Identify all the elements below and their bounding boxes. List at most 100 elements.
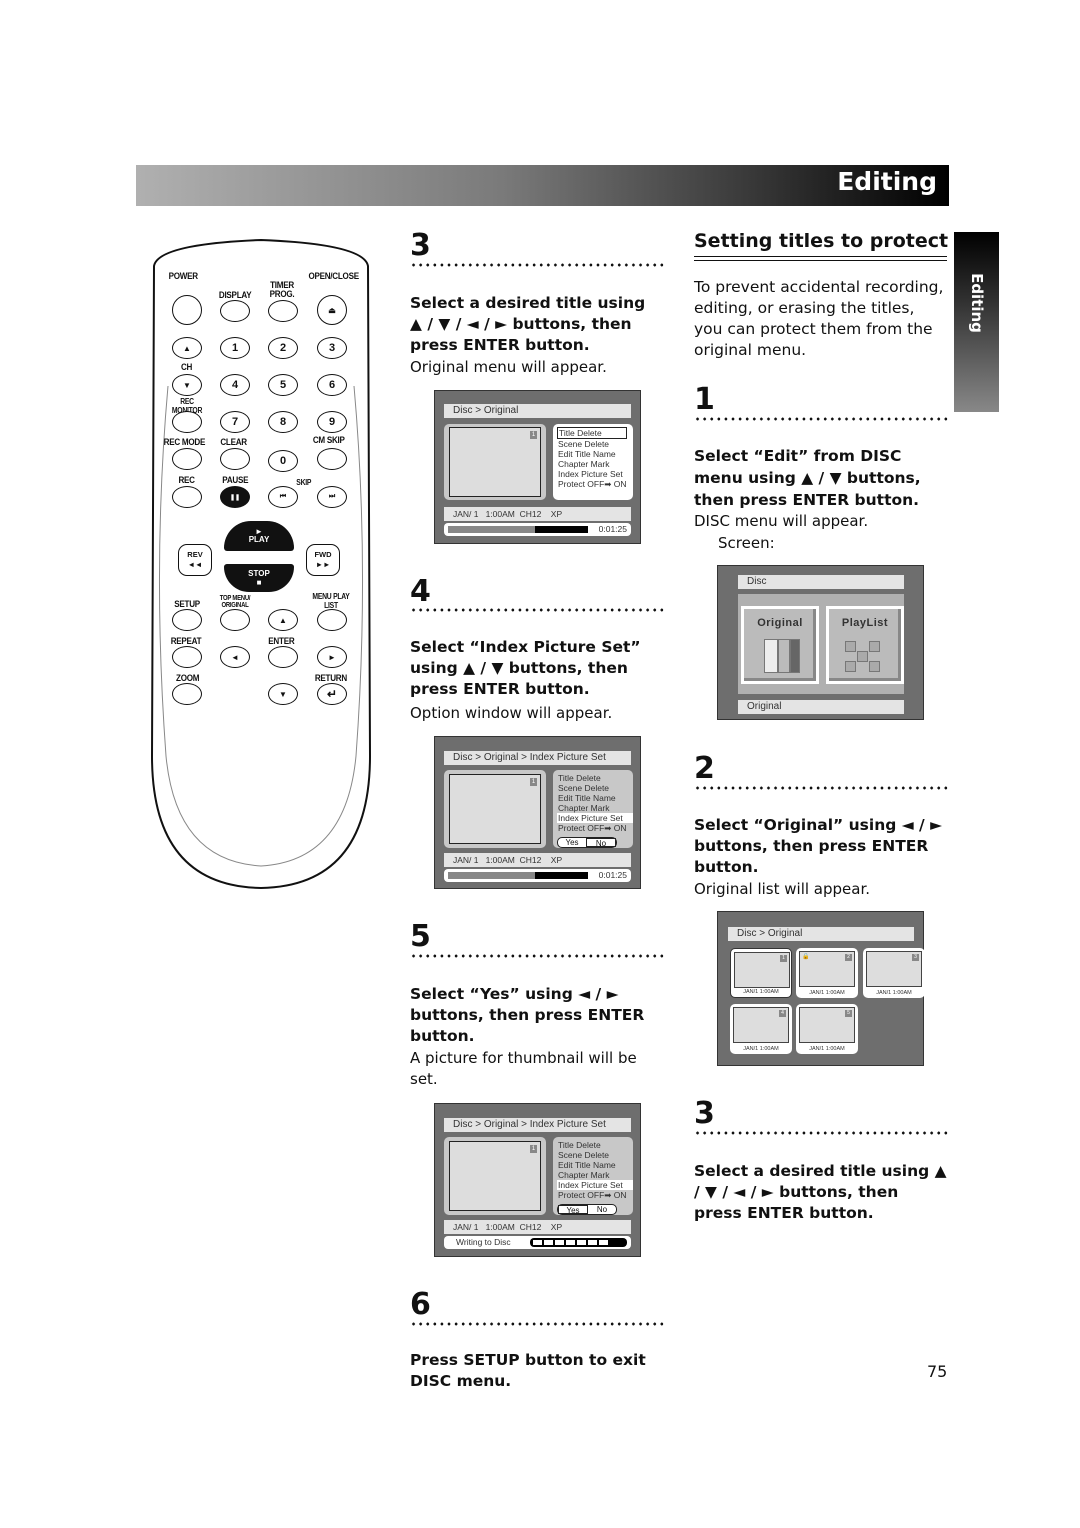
step-instruction: Select “Index Picture Set” using ▲ / ▼ b… xyxy=(410,638,641,698)
menu-item-index-picture-set[interactable]: Index Picture Set xyxy=(557,813,633,823)
progress-track xyxy=(448,872,588,879)
open-close-button[interactable]: ⏏ xyxy=(317,295,347,325)
top-menu-button[interactable] xyxy=(220,609,250,631)
step-number: 3 xyxy=(694,1096,715,1131)
fwd-button[interactable]: FWD ►► xyxy=(306,544,340,576)
step-instruction: Select “Original” using ◄ / ► buttons, t… xyxy=(694,816,943,876)
menu-item-scene-delete[interactable]: Scene Delete xyxy=(557,1150,633,1160)
rec-mode-button[interactable] xyxy=(172,448,202,470)
menu-item-title-delete[interactable]: Title Delete xyxy=(557,427,627,439)
title-card[interactable]: 1 JAN/1 1:00AM xyxy=(730,948,792,998)
repeat-button[interactable] xyxy=(172,646,202,668)
digit-0-button[interactable]: 0 xyxy=(268,450,298,472)
title-card[interactable]: 3 JAN/1 1:00AM xyxy=(863,948,925,998)
section-intro: To prevent accidental recording, editing… xyxy=(694,278,944,359)
menu-playlist-button[interactable] xyxy=(317,609,347,631)
option-no[interactable]: No xyxy=(586,838,616,848)
menu-item-index-picture-set[interactable]: Index Picture Set xyxy=(557,1180,633,1190)
section-title: Setting titles to protect xyxy=(694,230,949,252)
rewind-icon: ◄◄ xyxy=(187,560,203,569)
arrow-up-icon: ▲ xyxy=(279,615,287,625)
dotted-divider xyxy=(410,1322,666,1326)
osd-disc-menu: Disc Original PlayList Original xyxy=(717,565,924,720)
digit-4-button[interactable]: 4 xyxy=(220,374,250,396)
writing-segment xyxy=(588,1240,597,1245)
channel-up-button[interactable]: ▲ xyxy=(172,337,202,359)
step-number: 6 xyxy=(410,1287,431,1322)
rec-monitor-button[interactable] xyxy=(172,411,202,433)
arrow-down-icon: ▼ xyxy=(279,689,287,699)
playlist-button[interactable]: PlayList xyxy=(826,606,904,684)
display-button[interactable] xyxy=(220,300,250,322)
menu-item-chapter-mark[interactable]: Chapter Mark xyxy=(557,1170,633,1180)
option-no[interactable]: No xyxy=(588,1205,616,1214)
digit-1-button[interactable]: 1 xyxy=(220,337,250,359)
title-date: JAN/1 1:00AM xyxy=(743,1046,779,1052)
osd-bottom-bar: Original xyxy=(738,700,904,714)
title-card[interactable]: 5 JAN/1 1:00AM xyxy=(796,1004,858,1054)
power-label: POWER xyxy=(168,271,198,282)
step-number: 1 xyxy=(694,382,715,417)
skip-forward-button[interactable]: ⏭ xyxy=(317,486,347,508)
menu-item-chapter-mark[interactable]: Chapter Mark xyxy=(557,459,633,469)
step-number: 3 xyxy=(410,228,431,263)
digit-6-button[interactable]: 6 xyxy=(317,374,347,396)
arrow-up-icon: ▲ xyxy=(183,343,191,353)
menu-item-index-picture-set[interactable]: Index Picture Set xyxy=(557,469,633,479)
menu-item-edit-title-name[interactable]: Edit Title Name xyxy=(557,1160,633,1170)
menu-item-edit-title-name[interactable]: Edit Title Name xyxy=(557,449,633,459)
pause-button[interactable]: ❚❚ xyxy=(220,486,250,508)
digit-5-button[interactable]: 5 xyxy=(268,374,298,396)
digit-9-button[interactable]: 9 xyxy=(317,411,347,433)
original-button[interactable]: Original xyxy=(741,606,819,684)
digit-8-button[interactable]: 8 xyxy=(268,411,298,433)
menu-item-title-delete[interactable]: Title Delete xyxy=(557,1140,633,1150)
cursor-up-button[interactable]: ▲ xyxy=(268,609,298,631)
menu-item-edit-title-name[interactable]: Edit Title Name xyxy=(557,793,633,803)
cursor-left-button[interactable]: ◄ xyxy=(220,646,250,668)
title-date: JAN/1 1:00AM xyxy=(809,1046,845,1052)
enter-button[interactable] xyxy=(268,646,298,668)
power-button[interactable] xyxy=(172,295,202,325)
option-yes[interactable]: Yes xyxy=(558,1205,588,1215)
digit-label: 0 xyxy=(279,455,287,467)
title-card[interactable]: 4 JAN/1 1:00AM xyxy=(730,1004,792,1054)
menu-item-chapter-mark[interactable]: Chapter Mark xyxy=(557,803,633,813)
repeat-label: REPEAT xyxy=(170,636,202,647)
rev-button[interactable]: REV ◄◄ xyxy=(178,544,212,576)
title-card[interactable]: 2 🔒 JAN/1 1:00AM xyxy=(796,948,858,998)
digit-3-button[interactable]: 3 xyxy=(317,337,347,359)
osd-thumb-panel: 1 xyxy=(444,424,546,500)
side-tab: Editing xyxy=(954,232,999,412)
rec-button[interactable] xyxy=(172,486,202,508)
osd-original-menu: Disc > Original 1 Title Delete Scene Del… xyxy=(434,390,641,544)
menu-item-scene-delete[interactable]: Scene Delete xyxy=(557,439,633,449)
digit-7-button[interactable]: 7 xyxy=(220,411,250,433)
dotted-divider xyxy=(410,608,666,612)
channel-down-button[interactable]: ▼ xyxy=(172,374,202,396)
return-button[interactable]: ↵ xyxy=(317,683,347,705)
timer-prog-button[interactable] xyxy=(268,300,298,322)
osd-thumbnail: 1 xyxy=(449,427,541,497)
menu-item-protect[interactable]: Protect OFF➡ ON xyxy=(557,823,633,833)
cursor-down-button[interactable]: ▼ xyxy=(268,683,298,705)
rev-label: REV xyxy=(187,550,203,559)
cm-skip-button[interactable] xyxy=(317,448,347,470)
menu-item-title-delete[interactable]: Title Delete xyxy=(557,773,633,783)
title-thumbnail: 1 xyxy=(734,952,790,988)
menu-item-scene-delete[interactable]: Scene Delete xyxy=(557,783,633,793)
menu-item-protect[interactable]: Protect OFF➡ ON xyxy=(557,479,633,489)
title-thumbnail: 4 xyxy=(733,1007,789,1043)
dotted-divider xyxy=(410,954,666,958)
zoom-button[interactable] xyxy=(172,683,202,705)
menu-item-protect[interactable]: Protect OFF➡ ON xyxy=(557,1190,633,1200)
cursor-right-button[interactable]: ► xyxy=(317,646,347,668)
writing-segment xyxy=(577,1240,586,1245)
option-yes[interactable]: Yes xyxy=(558,838,586,847)
digit-2-button[interactable]: 2 xyxy=(268,337,298,359)
setup-button[interactable] xyxy=(172,609,202,631)
arrow-left-icon: ◄ xyxy=(231,652,239,662)
clear-button[interactable] xyxy=(220,448,250,470)
osd-status-line: JAN/ 1 1:00AM CH12 XP xyxy=(444,1220,631,1234)
skip-back-button[interactable]: ⏮ xyxy=(268,486,298,508)
